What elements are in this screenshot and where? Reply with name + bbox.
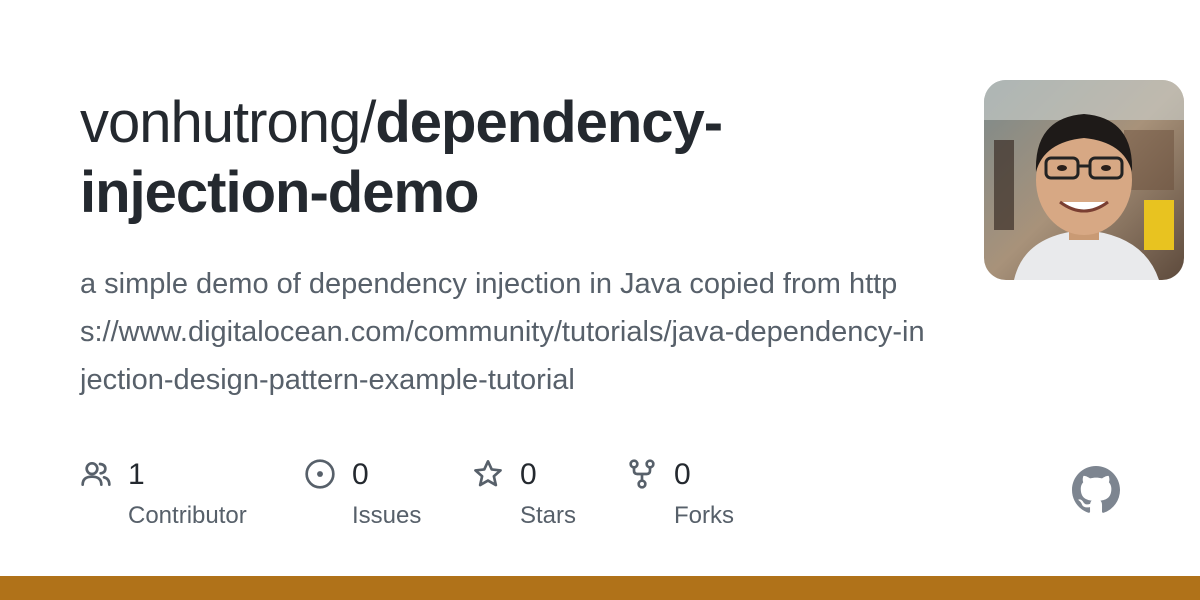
repo-forked-icon [629,459,655,489]
repo-description: a simple demo of dependency injection in… [80,268,925,396]
stat-label: Issues [352,502,422,529]
repo-owner: vonhutrong/ [80,90,376,155]
stat-issues: 0 Issues [304,452,454,542]
stat-value: 1 [128,458,145,491]
stat-label: Forks [674,502,734,529]
stat-contributors: 1 Contributor [80,452,280,542]
stat-forks: 0 Forks [626,452,766,542]
stat-stars: 0 Stars [472,452,612,542]
avatar [984,80,1184,280]
repo-title: vonhutrong/dependency-injection-demo [80,88,940,228]
social-preview-card: vonhutrong/dependency-injection-demo a s… [0,0,1200,600]
stat-value: 0 [674,458,691,491]
avatar-image [984,80,1184,280]
people-icon [81,462,111,486]
github-mark-icon [1072,466,1120,513]
star-icon [474,460,502,487]
language-color-bar [0,576,1200,600]
stat-value: 0 [520,458,537,491]
stat-label: Stars [520,502,577,529]
stat-label: Contributor [128,502,247,529]
stat-value: 0 [352,458,369,491]
issue-opened-icon [305,459,335,489]
repo-stats: 1 Contributor 0 Issues 0 Stars 0 Forks [80,452,840,542]
